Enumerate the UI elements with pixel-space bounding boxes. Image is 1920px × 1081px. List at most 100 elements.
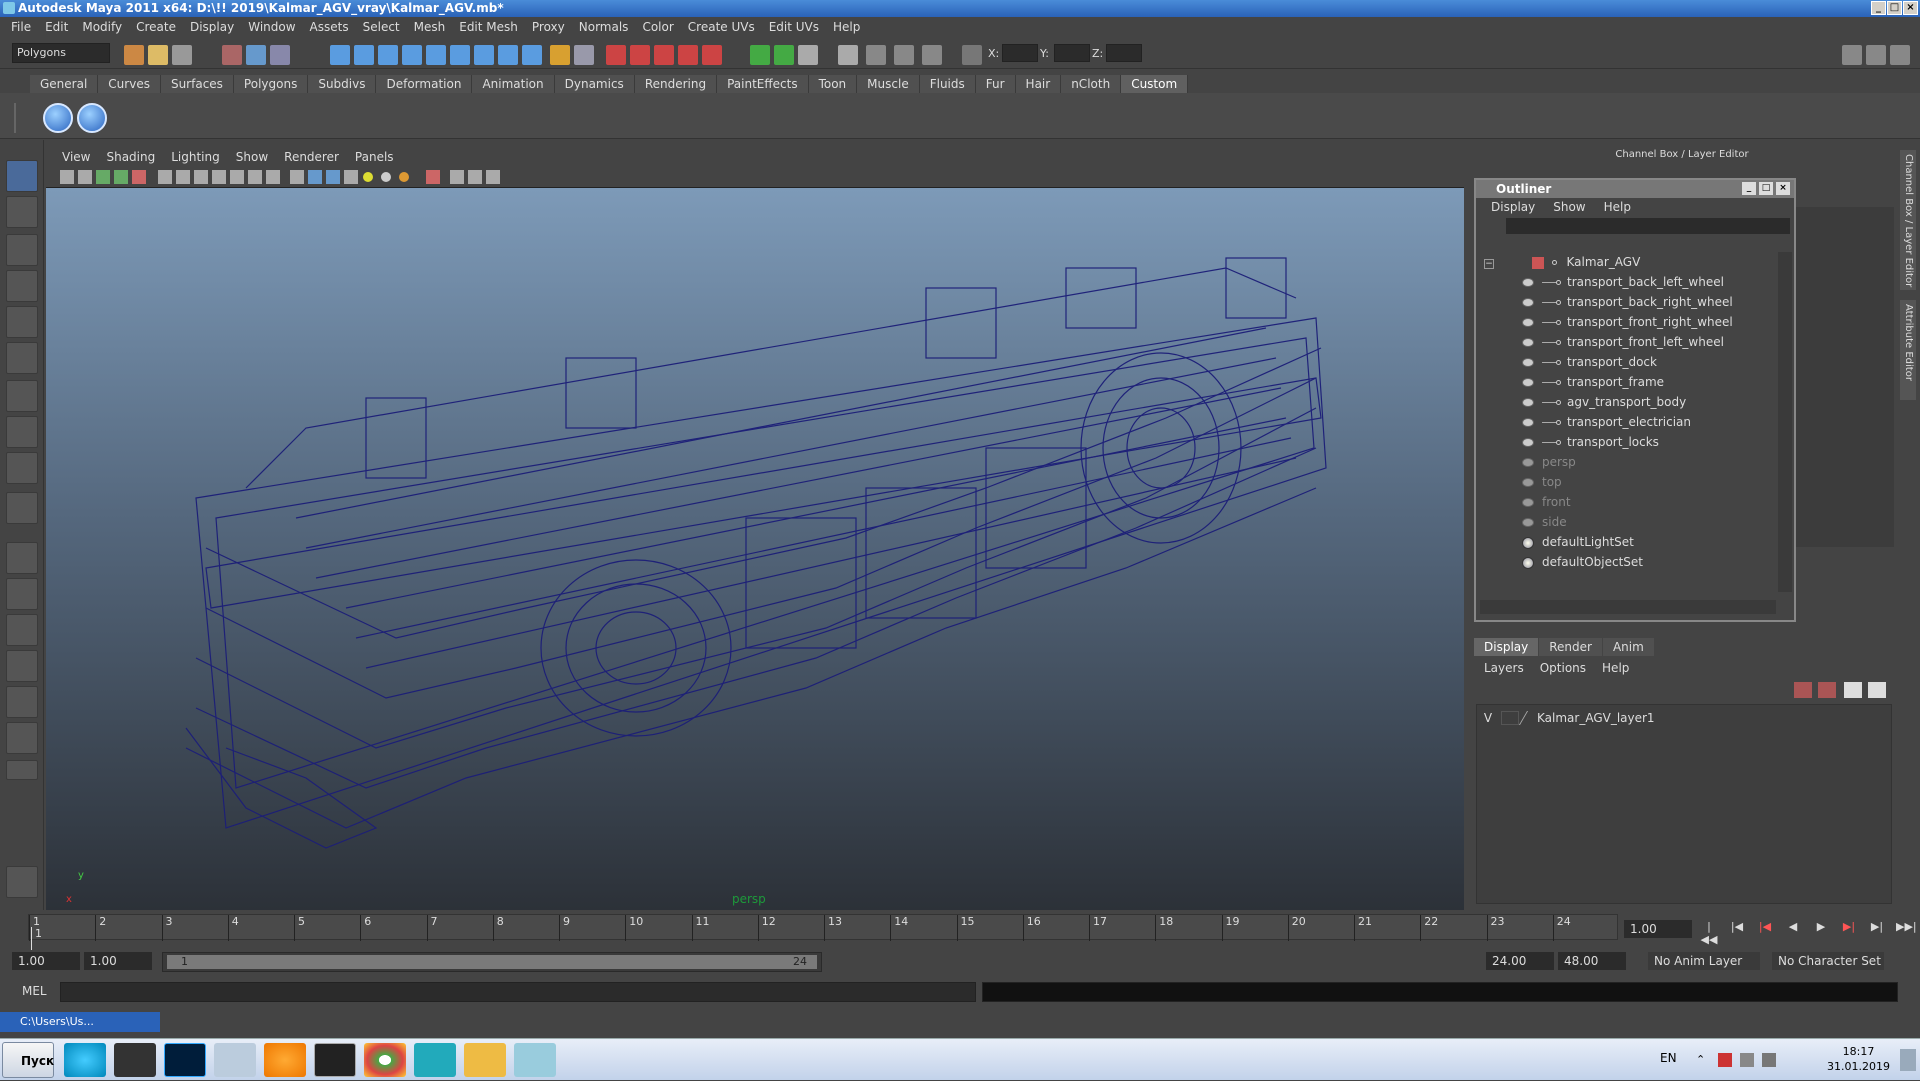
3ds-max-icon[interactable]	[414, 1043, 456, 1077]
step-forward-key-icon[interactable]: ▶|	[1840, 920, 1858, 934]
select-hierarchy-icon[interactable]	[222, 45, 242, 65]
open-scene-icon[interactable]	[148, 45, 168, 65]
menu-edit-uvs[interactable]: Edit UVs	[762, 20, 826, 34]
menu-display[interactable]: Display	[183, 20, 241, 34]
layer-tab-anim[interactable]: Anim	[1602, 638, 1654, 656]
new-layer-selected-icon[interactable]	[1818, 682, 1836, 698]
snap-point-icon[interactable]	[378, 45, 398, 65]
system-clock[interactable]: 18:17 31.01.2019	[1827, 1044, 1890, 1074]
shelf-tab-polygons[interactable]: Polygons	[233, 75, 309, 93]
snap-curve-icon[interactable]	[354, 45, 374, 65]
start-button[interactable]: Пуск	[2, 1042, 54, 1078]
last-used-tool-icon[interactable]	[6, 492, 38, 524]
menu-proxy[interactable]: Proxy	[525, 20, 572, 34]
safe-action-icon[interactable]	[248, 170, 262, 184]
graph-editor-icon[interactable]	[922, 45, 942, 65]
notepad-icon[interactable]	[514, 1043, 556, 1077]
custom-shelf-checkmark-icon-1[interactable]	[43, 103, 73, 133]
show-desktop-icon[interactable]	[1900, 1049, 1916, 1071]
menu-mesh[interactable]: Mesh	[407, 20, 453, 34]
transform-mode-icon[interactable]	[962, 45, 982, 65]
outliner-menu-show[interactable]: Show	[1544, 200, 1594, 214]
shelf-tab-dynamics[interactable]: Dynamics	[554, 75, 635, 93]
layer-menu-layers[interactable]: Layers	[1476, 660, 1532, 676]
time-ruler[interactable]: 1 1 2 3 4 5 6 7 8 9 10 11 12 13 14 15 16 17 18 19 20 21 22 23 2…	[28, 914, 1618, 953]
tree-item-child[interactable]: transport_back_right_wheel	[1522, 292, 1733, 312]
menu-create-uvs[interactable]: Create UVs	[681, 20, 762, 34]
input-ops-icon[interactable]	[474, 45, 494, 65]
playback-start-field[interactable]: 1.00	[84, 952, 152, 970]
camera-attributes-icon[interactable]	[60, 170, 74, 184]
soft-modification-tool-icon[interactable]	[6, 416, 38, 448]
shelf-tab-fur[interactable]: Fur	[975, 75, 1016, 93]
y-input[interactable]	[1054, 44, 1090, 62]
tree-item-camera[interactable]: top	[1522, 472, 1562, 492]
range-slider-thumb[interactable]: 1 24	[167, 955, 817, 969]
smooth-shade-icon[interactable]	[308, 170, 322, 184]
shelf-tab-hair[interactable]: Hair	[1015, 75, 1062, 93]
layout-expand-icon[interactable]	[6, 760, 38, 780]
shelf-tab-animation[interactable]: Animation	[472, 75, 555, 93]
playback-end-field[interactable]: 24.00	[1486, 952, 1554, 970]
render-magnet-icon[interactable]	[678, 45, 698, 65]
volume-icon[interactable]	[1762, 1053, 1776, 1067]
tray-expand-icon[interactable]: ⌃	[1696, 1053, 1710, 1067]
menu-edit-mesh[interactable]: Edit Mesh	[452, 20, 525, 34]
grid-icon[interactable]	[158, 170, 172, 184]
layer-menu-help[interactable]: Help	[1594, 660, 1637, 676]
resolution-gate-icon[interactable]	[194, 170, 208, 184]
go-to-end-icon[interactable]: ▶▶|	[1896, 920, 1917, 934]
construction-history-icon[interactable]	[522, 45, 542, 65]
play-backwards-icon[interactable]: ◀	[1784, 920, 1802, 934]
shelf-tab-deformation[interactable]: Deformation	[376, 75, 473, 93]
shelf-tab-toon[interactable]: Toon	[808, 75, 858, 93]
render-current-frame-icon[interactable]	[606, 45, 626, 65]
rotate-tool-icon[interactable]	[6, 306, 38, 338]
toggle-panel-c-icon[interactable]	[798, 45, 818, 65]
film-gate-icon[interactable]	[176, 170, 190, 184]
tray-flag-icon[interactable]	[1718, 1053, 1732, 1067]
menu-file[interactable]: File	[4, 20, 38, 34]
side-tab-attribute-editor[interactable]: Attribute Editor	[1900, 300, 1916, 400]
make-live-icon[interactable]	[426, 45, 446, 65]
layer-visibility-toggle[interactable]: V	[1479, 711, 1497, 725]
outliner-vertical-scrollbar[interactable]	[1778, 252, 1792, 592]
shelf-tab-rendering[interactable]: Rendering	[634, 75, 718, 93]
range-slider[interactable]: 1 24	[162, 952, 822, 972]
gate-mask-icon[interactable]	[212, 170, 226, 184]
viewport-menu-panels[interactable]: Panels	[347, 150, 402, 164]
field-chart-icon[interactable]	[230, 170, 244, 184]
hypershade-layout-icon[interactable]	[6, 686, 38, 718]
hypershade-icon[interactable]	[838, 45, 858, 65]
menu-select[interactable]: Select	[356, 20, 407, 34]
minimized-window[interactable]: C:\Users\Us...	[0, 1012, 160, 1032]
step-back-key-icon[interactable]: |◀	[1756, 920, 1774, 934]
skype-icon[interactable]	[64, 1043, 106, 1077]
viewport-menu-lighting[interactable]: Lighting	[163, 150, 228, 164]
zbrush-icon[interactable]	[214, 1043, 256, 1077]
outliner-filter-input[interactable]	[1506, 218, 1790, 234]
render-region-icon[interactable]	[702, 45, 722, 65]
outliner-close-button[interactable]: ×	[1776, 182, 1790, 195]
move-layer-down-icon[interactable]	[1868, 682, 1886, 698]
layer-row[interactable]: V Kalmar_AGV_layer1	[1479, 709, 1889, 727]
tree-item-set[interactable]: defaultObjectSet	[1522, 552, 1643, 572]
safe-title-icon[interactable]	[266, 170, 280, 184]
layer-color-swatch[interactable]	[1518, 711, 1538, 725]
menu-modify[interactable]: Modify	[75, 20, 129, 34]
shelf-tab-ncloth[interactable]: nCloth	[1061, 75, 1122, 93]
viewport-menu-renderer[interactable]: Renderer	[276, 150, 347, 164]
snap-view-plane-icon[interactable]	[402, 45, 422, 65]
manipulator-tool-icon[interactable]	[6, 380, 38, 412]
x-input[interactable]	[1002, 44, 1038, 62]
selection-mask-icon[interactable]	[574, 45, 594, 65]
move-layer-up-icon[interactable]	[1844, 682, 1862, 698]
single-pane-layout-icon[interactable]	[6, 542, 38, 574]
two-d-pan-zoom-icon[interactable]	[114, 170, 128, 184]
end-time-field[interactable]: 48.00	[1558, 952, 1626, 970]
outliner-menu-help[interactable]: Help	[1595, 200, 1640, 214]
collapse-toggle-icon[interactable]: −	[1484, 259, 1494, 269]
menu-normals[interactable]: Normals	[572, 20, 636, 34]
shadows-icon[interactable]	[399, 172, 409, 182]
camera-bookmark-icon[interactable]	[78, 170, 92, 184]
